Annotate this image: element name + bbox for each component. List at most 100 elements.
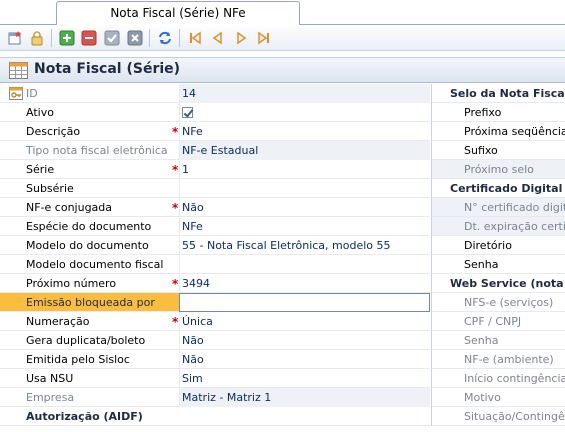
senha-field[interactable]: Senha [432,255,565,274]
required-marker: * [172,125,179,139]
empresa-field: Matriz - Matriz 1 [179,388,430,407]
subserie-field[interactable] [179,179,430,198]
row-value: 14 [179,84,430,103]
row-label: Descrição [26,125,81,138]
property-grid: ID 14 Ativo Descrição * NFe Tipo nota fi… [0,84,430,426]
cancel-icon[interactable] [126,29,143,46]
certificado-expiracao-field: Dt. expiração certificado [432,217,565,236]
section-value [179,407,430,426]
section-label: Autorização (AIDF) [26,410,143,423]
row-usa-nsu: Usa NSU Sim [0,369,430,388]
key-icon [9,87,23,100]
remove-icon[interactable] [80,29,97,46]
row-emissao-bloqueada: Emissão bloqueada por [0,293,430,312]
toolbar-separator [179,29,180,47]
toolbar-separator [51,29,52,47]
lock-icon[interactable] [28,29,45,46]
toolbar-separator [149,29,150,47]
ativo-checkbox[interactable] [182,107,193,118]
tab-strip: Nota Fiscal (Série) NFe [0,0,565,26]
inicio-contingencia-field: Início contingência [432,369,565,388]
right-property-panel: Selo da Nota Fiscal Prefixo Próxima seqü… [431,84,565,426]
especie-field[interactable]: NFe [179,217,430,236]
emissao-bloqueada-field[interactable] [179,293,430,312]
nfe-ambiente-field: NF-e (ambiente) [432,350,565,369]
row-empresa: Empresa Matriz - Matriz 1 [0,388,430,407]
toolbar [0,25,565,51]
row-label: Gera duplicata/boleto [26,334,146,347]
section-certificado-digital[interactable]: Certificado Digital [432,179,565,198]
section-autorizacao-aidf[interactable]: Autorização (AIDF) [0,407,430,426]
row-modelo-fiscal: Modelo documento fiscal [0,255,430,274]
row-id: ID 14 [0,84,430,103]
cpf-cnpj-field: CPF / CNPJ [432,312,565,331]
row-label: ID [26,87,38,100]
descricao-field[interactable]: NFe [179,122,430,141]
tipo-nota-field: NF-e Estadual [179,141,430,160]
next-icon[interactable] [232,29,249,46]
required-marker: * [172,277,179,291]
row-gera-duplicata: Gera duplicata/boleto Não [0,331,430,350]
required-marker: * [172,201,179,215]
row-numeracao: Numeração * Única [0,312,430,331]
nfse-servicos-field: NFS-e (serviços) [432,293,565,312]
row-label: NF-e conjugada [26,201,113,214]
ws-senha-field: Senha [432,331,565,350]
first-icon[interactable] [186,29,203,46]
proximo-selo-field: Próximo selo [432,160,565,179]
section-web-service[interactable]: Web Service (nota fiscal) [432,274,565,293]
modelo-fiscal-field[interactable] [179,255,430,274]
new-icon[interactable] [6,29,23,46]
row-label: Emitida pelo Sisloc [26,353,130,366]
row-nfe-conjugada: NF-e conjugada * Não [0,198,430,217]
row-proximo-numero: Próximo número * 3494 [0,274,430,293]
situacao-contingencia-field: Situação/Contingência [432,407,565,426]
add-icon[interactable] [58,29,75,46]
row-label: Próximo número [26,277,117,290]
required-marker: * [172,163,179,177]
row-label: Usa NSU [26,372,74,385]
row-ativo: Ativo [0,103,430,122]
motivo-field: Motivo [432,388,565,407]
emitida-sisloc-field[interactable]: Não [179,350,430,369]
row-label: Modelo documento fiscal [26,258,164,271]
row-emitida-sisloc: Emitida pelo Sisloc Não [0,350,430,369]
row-modelo-documento: Modelo do documento 55 - Nota Fiscal Ele… [0,236,430,255]
section-selo-nota-fiscal[interactable]: Selo da Nota Fiscal [432,84,565,103]
row-descricao: Descrição * NFe [0,122,430,141]
modelo-documento-field[interactable]: 55 - Nota Fiscal Eletrônica, modelo 55 [179,236,430,255]
confirm-icon[interactable] [103,29,120,46]
prefixo-field[interactable]: Prefixo [432,103,565,122]
proximo-numero-field[interactable]: 3494 [179,274,430,293]
row-especie: Espécie do documento NFe [0,217,430,236]
row-serie: Série * 1 [0,160,430,179]
usa-nsu-field[interactable]: Sim [179,369,430,388]
row-label: Numeração [26,315,90,328]
last-icon[interactable] [255,29,272,46]
row-label: Série [26,163,55,176]
ativo-checkbox-cell [179,103,430,122]
row-subserie: Subsérie [0,179,430,198]
page-title: Nota Fiscal (Série) [34,61,181,77]
previous-icon[interactable] [209,29,226,46]
sufixo-field[interactable]: Sufixo [432,141,565,160]
proxima-sequencia-field[interactable]: Próxima seqüência [432,122,565,141]
gera-duplicata-field[interactable]: Não [179,331,430,350]
row-label: Subsérie [26,182,74,195]
row-label: Empresa [26,391,75,404]
refresh-icon[interactable] [156,29,173,46]
row-label: Modelo do documento [26,239,149,252]
certificado-numero-field: N° certificado digital [432,198,565,217]
tab-nota-fiscal-serie[interactable]: Nota Fiscal (Série) NFe [56,1,300,26]
nfe-conjugada-field[interactable]: Não [179,198,430,217]
numeracao-field[interactable]: Única [179,312,430,331]
form-title-bar: Nota Fiscal (Série) [0,57,565,83]
row-label: Espécie do documento [26,220,152,233]
diretorio-field[interactable]: Diretório [432,236,565,255]
row-label: Tipo nota fiscal eletrônica [26,144,168,157]
serie-field[interactable]: 1 [179,160,430,179]
required-marker: * [172,315,179,329]
row-label: Emissão bloqueada por [26,296,155,309]
row-label: Ativo [26,106,54,119]
table-icon [9,62,28,79]
